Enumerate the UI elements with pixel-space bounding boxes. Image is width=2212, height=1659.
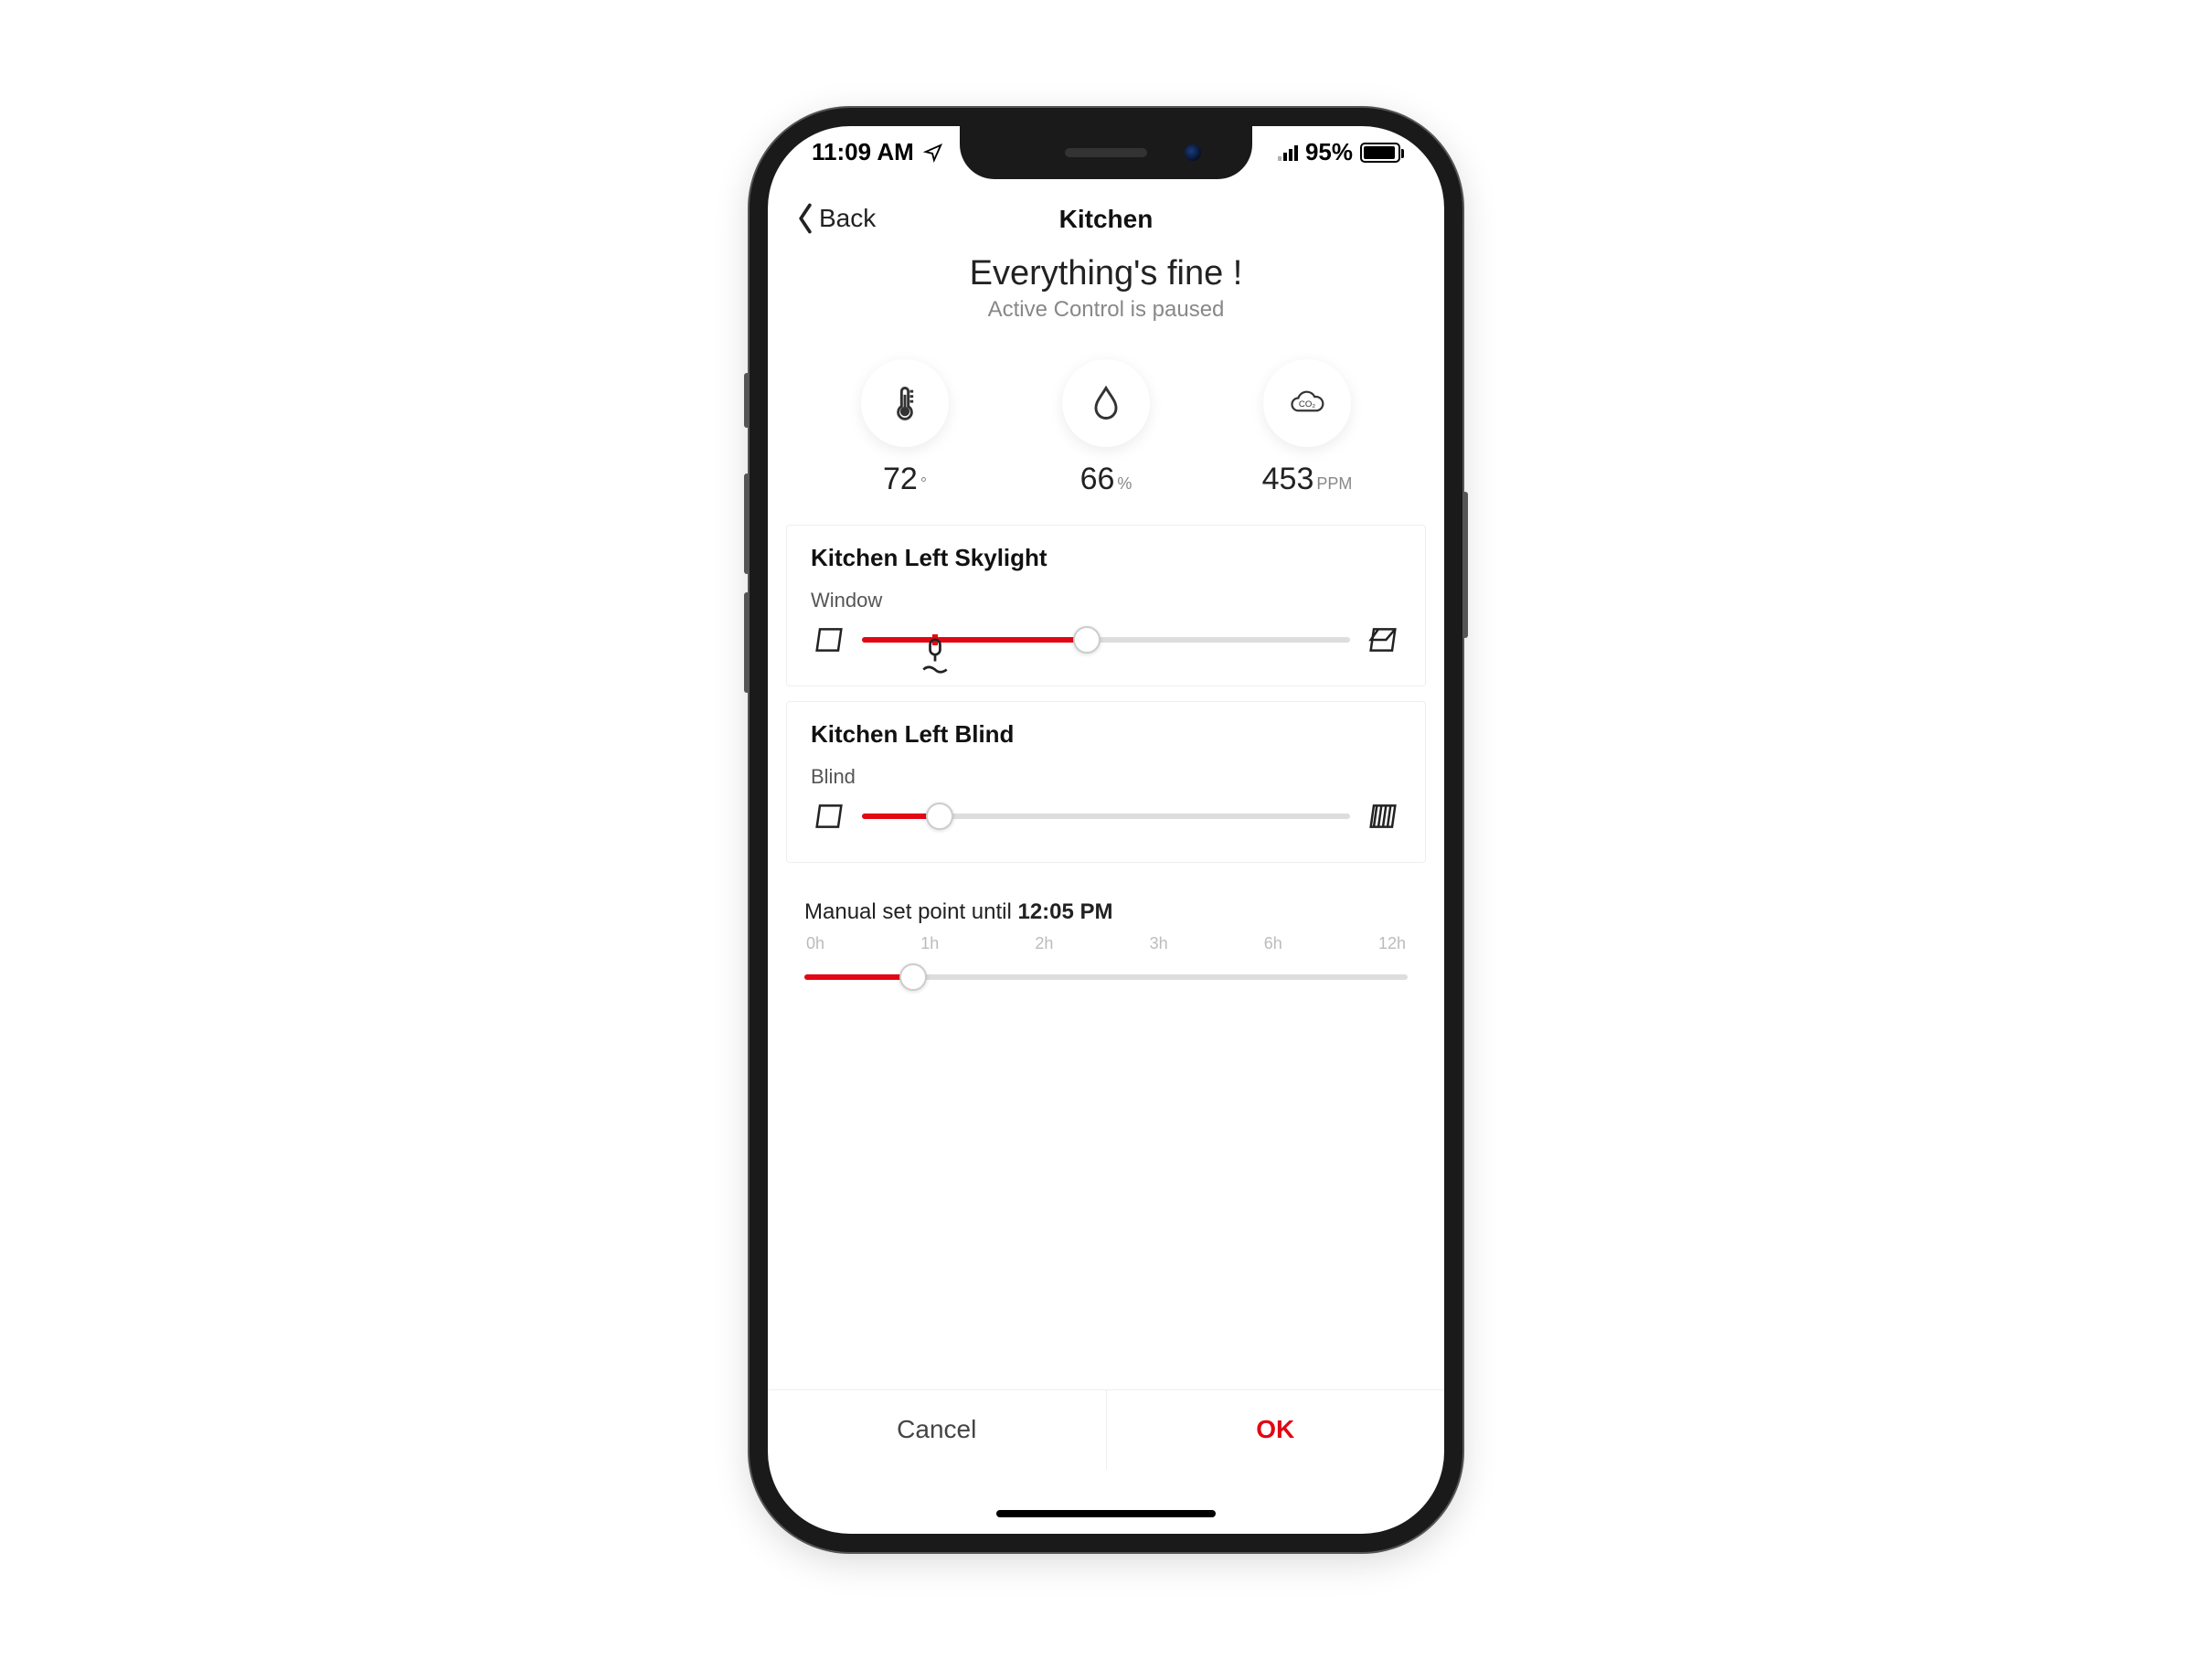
setpoint-prefix: Manual set point until [804,899,1017,924]
tick-label: 0h [806,934,824,953]
home-indicator[interactable] [996,1510,1216,1517]
tick-label: 3h [1150,934,1168,953]
device-notch [960,126,1252,179]
tick-label: 2h [1035,934,1053,953]
device-sub: Blind [811,765,1401,789]
front-camera [1185,144,1201,161]
header: Back Kitchen [768,179,1444,247]
bottom-button-bar: Cancel OK [768,1389,1444,1470]
device-sub: Window [811,589,1401,612]
device-title: Kitchen Left Skylight [811,544,1401,572]
metric-temperature[interactable]: 72° [836,359,973,497]
power-button [1462,492,1468,638]
cancel-button[interactable]: Cancel [768,1390,1107,1470]
status-heading: Everything's fine ! Active Control is pa… [768,254,1444,323]
droplet-icon [1086,383,1126,423]
humidity-unit: % [1117,474,1132,493]
device-card-blind: Kitchen Left Blind Blind [786,701,1426,863]
setpoint-slider[interactable] [804,959,1408,995]
volume-up-button [744,473,750,574]
setpoint-tick-labels: 0h 1h 2h 3h 6h 12h [804,934,1408,953]
phone-frame: 11:09 AM 95% Back Kitchen Everything's f… [750,108,1462,1552]
tick-label: 6h [1264,934,1282,953]
blind-slider[interactable] [862,798,1350,835]
setpoint-label: Manual set point until 12:05 PM [804,899,1408,925]
status-subtext: Active Control is paused [768,297,1444,323]
location-icon [923,143,943,163]
chevron-left-icon [795,203,815,234]
blind-closed-icon[interactable] [1365,798,1401,835]
co2-value: 453 [1262,462,1314,496]
window-closed-icon[interactable] [811,622,847,658]
window-open-icon[interactable] [1365,622,1401,658]
co2-cloud-icon: CO₂ [1287,383,1327,423]
status-time: 11:09 AM [812,138,914,166]
temperature-value: 72 [883,462,918,496]
setpoint-section: Manual set point until 12:05 PM 0h 1h 2h… [804,899,1408,995]
status-headline: Everything's fine ! [768,254,1444,293]
battery-icon [1360,143,1400,163]
slider-thumb[interactable] [1073,626,1101,654]
metric-humidity[interactable]: 66% [1037,359,1175,497]
ok-button[interactable]: OK [1107,1390,1445,1470]
blind-open-icon[interactable] [811,798,847,835]
silent-switch [744,373,750,428]
metric-co2[interactable]: CO₂ 453PPM [1239,359,1376,497]
slider-thumb[interactable] [899,963,927,991]
screen-title: Kitchen [1059,205,1154,234]
humidity-value: 66 [1080,462,1115,496]
rain-sensor-icon [917,638,953,679]
speaker-grille [1065,148,1147,157]
device-card-skylight: Kitchen Left Skylight Window [786,525,1426,686]
battery-percent: 95% [1305,138,1353,166]
thermometer-icon [885,383,925,423]
device-title: Kitchen Left Blind [811,720,1401,749]
cellular-signal-icon [1278,144,1298,161]
co2-unit: PPM [1316,474,1352,493]
window-slider[interactable] [862,622,1350,658]
svg-text:CO₂: CO₂ [1299,399,1315,409]
back-label: Back [819,204,876,233]
back-button[interactable]: Back [795,203,876,234]
volume-down-button [744,592,750,693]
temperature-unit: ° [920,474,927,493]
phone-screen: 11:09 AM 95% Back Kitchen Everything's f… [768,126,1444,1534]
setpoint-time: 12:05 PM [1017,899,1112,924]
metrics-row: 72° 66% CO₂ [804,359,1408,497]
slider-thumb[interactable] [926,803,953,830]
tick-label: 12h [1378,934,1406,953]
tick-label: 1h [920,934,939,953]
